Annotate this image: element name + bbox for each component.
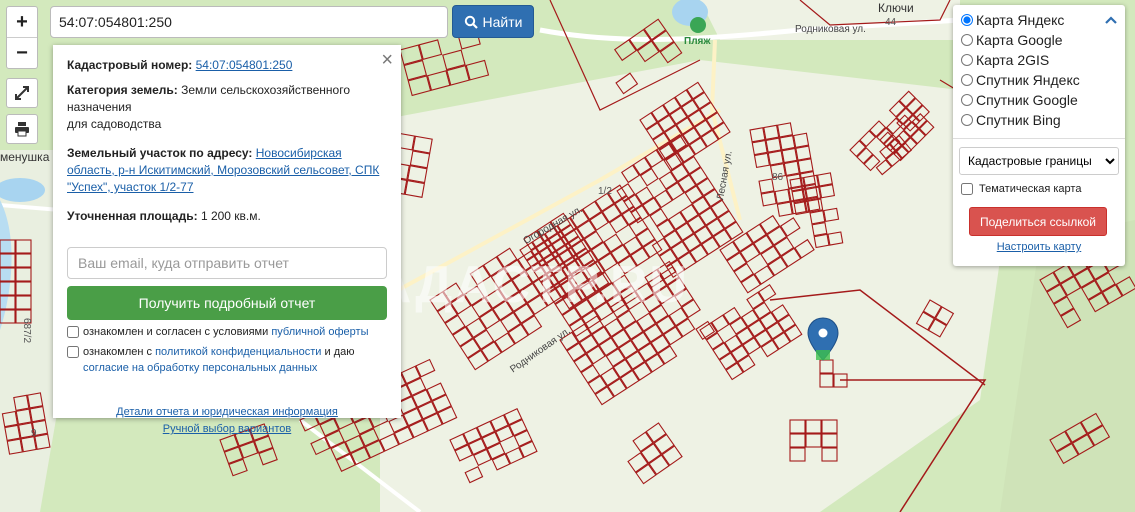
map-label-plot: 687/2 <box>21 317 33 344</box>
zoom-in-button[interactable]: + <box>7 7 37 37</box>
land-use-value: для садоводства <box>67 117 162 131</box>
parcel-info-panel: × Кадастровый номер: 54:07:054801:250 Ка… <box>53 45 401 435</box>
address-label: Земельный участок по адресу: <box>67 146 253 160</box>
privacy-policy-link[interactable]: политикой конфиденциальности <box>155 346 321 358</box>
manual-selection-link[interactable]: Ручной выбор вариантов <box>67 421 387 438</box>
map-type-option[interactable]: Карта Яндекс <box>959 10 1119 30</box>
map-type-label: Спутник Bing <box>976 112 1061 128</box>
privacy-consent-label: ознакомлен с <box>83 346 156 358</box>
get-report-button[interactable]: Получить подробный отчет <box>67 286 387 320</box>
map-type-label: Карта 2GIS <box>976 52 1050 68</box>
map-type-radio[interactable] <box>961 14 973 26</box>
map-type-option[interactable]: Карта 2GIS <box>959 50 1119 70</box>
map-label-plot: 9 <box>31 428 37 439</box>
map-type-radio[interactable] <box>961 94 973 106</box>
overlay-select[interactable]: Кадастровые границы <box>959 147 1119 175</box>
map-label-village: Ключи <box>878 1 914 15</box>
privacy-consent-mid: и даю <box>321 346 355 358</box>
share-link-button[interactable]: Поделиться ссылкой <box>969 207 1107 236</box>
address-row: Земельный участок по адресу: Новосибирск… <box>67 145 387 196</box>
zoom-control: + − <box>6 6 38 69</box>
land-category-row: Категория земель: Земли сельскохозяйстве… <box>67 82 387 133</box>
search-button[interactable]: Найти <box>452 5 534 38</box>
print-icon <box>15 122 29 137</box>
chevron-up-icon[interactable] <box>1105 11 1117 27</box>
map-type-options: Карта Яндекс Карта Google Карта 2GIS Спутни… <box>959 10 1119 130</box>
zoom-out-button[interactable]: − <box>7 37 37 68</box>
report-details-link[interactable]: Детали отчета и юридическая информация <box>67 404 387 421</box>
map-label-beach: Пляж <box>684 36 711 47</box>
divider <box>953 138 1125 139</box>
thematic-map-row: Тематическая карта <box>959 183 1119 195</box>
map-layers-panel: Карта Яндекс Карта Google Карта 2GIS Спутни… <box>953 5 1125 266</box>
search-icon <box>464 15 478 29</box>
print-button[interactable] <box>6 114 38 144</box>
map-label-street: Родниковая ул. <box>795 24 866 35</box>
configure-map-link[interactable]: Настроить карту <box>959 241 1119 253</box>
map-type-radio[interactable] <box>961 34 973 46</box>
map-type-label: Карта Яндекс <box>976 12 1065 28</box>
map-type-radio[interactable] <box>961 74 973 86</box>
map-label-number: 44 <box>885 17 897 28</box>
beach-icon <box>690 17 706 33</box>
map-type-label: Спутник Яндекс <box>976 72 1080 88</box>
map-type-option[interactable]: Спутник Яндекс <box>959 70 1119 90</box>
map-type-label: Спутник Google <box>976 92 1078 108</box>
map-type-option[interactable]: Спутник Google <box>959 90 1119 110</box>
thematic-map-label: Тематическая карта <box>979 183 1082 195</box>
public-offer-link[interactable]: публичной оферты <box>271 326 368 338</box>
map-label-plot: 86 <box>772 172 784 183</box>
offer-consent-text: ознакомлен и согласен с условиями публич… <box>83 324 369 340</box>
offer-consent-label: ознакомлен и согласен с условиями <box>83 326 272 338</box>
map-type-label: Карта Google <box>976 32 1063 48</box>
map-type-option[interactable]: Спутник Bing <box>959 110 1119 130</box>
search-input[interactable] <box>50 6 448 38</box>
personal-data-consent-link[interactable]: согласие на обработку персональных данны… <box>83 362 317 374</box>
offer-consent-row: ознакомлен и согласен с условиями публич… <box>67 324 387 340</box>
fullscreen-icon <box>15 86 29 100</box>
map-type-radio[interactable] <box>961 114 973 126</box>
map-type-option[interactable]: Карта Google <box>959 30 1119 50</box>
cadastral-number-link[interactable]: 54:07:054801:250 <box>196 58 293 72</box>
privacy-consent-checkbox[interactable] <box>67 346 79 358</box>
cadastral-number-row: Кадастровый номер: 54:07:054801:250 <box>67 57 387 74</box>
privacy-consent-row: ознакомлен с политикой конфиденциальност… <box>67 344 387 376</box>
area-label: Уточненная площадь: <box>67 209 198 223</box>
panel-links: Детали отчета и юридическая информация Р… <box>67 404 387 438</box>
land-category-label: Категория земель: <box>67 83 178 97</box>
map-label-plot: 1/2 <box>598 186 612 197</box>
email-field[interactable] <box>67 247 387 279</box>
map-type-radio[interactable] <box>961 54 973 66</box>
cadastral-number-label: Кадастровый номер: <box>67 58 193 72</box>
thematic-map-checkbox[interactable] <box>961 183 973 195</box>
map-label-locality: менушка <box>0 150 50 164</box>
close-icon[interactable]: × <box>381 50 393 70</box>
area-row: Уточненная площадь: 1 200 кв.м. <box>67 208 387 225</box>
fullscreen-button[interactable] <box>6 78 38 108</box>
area-value: 1 200 кв.м. <box>200 209 261 223</box>
offer-consent-checkbox[interactable] <box>67 326 79 338</box>
privacy-consent-text: ознакомлен с политикой конфиденциальност… <box>83 344 387 376</box>
search-button-label: Найти <box>482 13 523 30</box>
